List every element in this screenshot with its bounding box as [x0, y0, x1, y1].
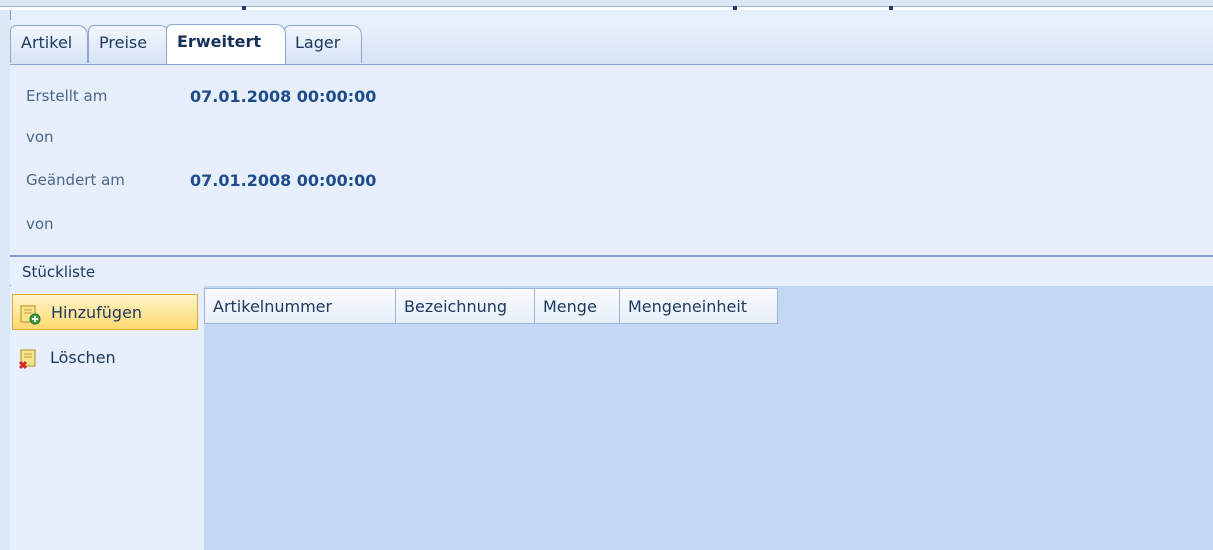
add-button-label: Hinzufügen — [51, 303, 143, 322]
top-mark — [889, 6, 893, 10]
column-header-menge[interactable]: Menge — [534, 288, 620, 324]
top-bar — [0, 0, 1213, 7]
tab-artikel[interactable]: Artikel — [10, 25, 88, 63]
column-header-bezeichnung[interactable]: Bezeichnung — [395, 288, 535, 324]
tab-bar: Artikel Preise Erweitert Lager — [10, 20, 1213, 65]
action-panel: Hinzufügen Löschen — [10, 286, 205, 550]
section-header-stueckliste: Stückliste — [10, 255, 1213, 285]
created-value: 07.01.2008 00:00:00 — [190, 87, 377, 106]
window-top-strip — [0, 0, 1213, 10]
add-button[interactable]: Hinzufügen — [12, 294, 198, 330]
top-mark — [733, 6, 737, 10]
changed-value: 07.01.2008 00:00:00 — [190, 171, 377, 190]
add-icon — [19, 302, 41, 325]
column-header-mengeneinheit[interactable]: Mengeneinheit — [619, 288, 778, 324]
tab-preise[interactable]: Preise — [88, 25, 170, 63]
delete-button-label: Löschen — [50, 348, 116, 367]
delete-button[interactable]: Löschen — [12, 340, 198, 376]
created-by-label: von — [26, 128, 54, 146]
top-mark — [242, 6, 246, 10]
info-panel: Erstellt am 07.01.2008 00:00:00 von Geän… — [10, 65, 1213, 255]
tab-erweitert[interactable]: Erweitert — [166, 24, 286, 64]
changed-by-label: von — [26, 215, 54, 233]
bom-grid[interactable]: Artikelnummer Bezeichnung Menge Mengenei… — [204, 286, 1213, 550]
delete-icon — [18, 347, 40, 370]
created-label: Erstellt am — [26, 87, 108, 105]
column-header-artikelnummer[interactable]: Artikelnummer — [204, 288, 396, 324]
changed-label: Geändert am — [26, 171, 125, 189]
tab-lager[interactable]: Lager — [284, 25, 362, 63]
